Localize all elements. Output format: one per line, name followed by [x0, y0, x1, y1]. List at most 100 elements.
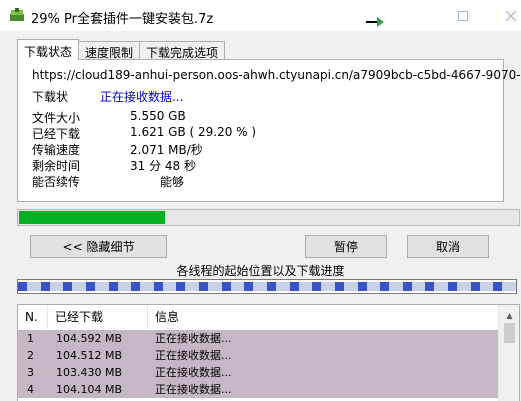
- thread-done-segment: [154, 282, 163, 291]
- tab-download-status[interactable]: 下载状态: [17, 39, 80, 60]
- row-info: 正在接收数据...: [155, 349, 232, 362]
- thread-done-segment: [222, 282, 231, 291]
- thread-done-segment: [471, 282, 480, 291]
- thread-remaining-segment: [231, 282, 245, 291]
- scroll-up-arrow-icon[interactable]: ▲: [499, 307, 519, 323]
- thread-remaining-segment: [163, 282, 177, 291]
- minimize-arrow-icon[interactable]: [366, 17, 384, 27]
- header-downloaded[interactable]: 已经下载: [48, 305, 148, 329]
- row-number: 2: [27, 349, 34, 362]
- progress-fill: [19, 211, 165, 224]
- thread-done-segment: [493, 282, 502, 291]
- thread-done-segment: [109, 282, 118, 291]
- thread-remaining-segment: [457, 282, 471, 291]
- thread-done-segment: [335, 282, 344, 291]
- speed-value: 2.071 MB/秒: [130, 143, 203, 157]
- time-left-value: 31 分 48 秒: [130, 159, 196, 173]
- row-downloaded: 103.430 MB: [56, 366, 123, 379]
- tab-bar: 下载状态 速度限制 下载完成选项: [17, 39, 226, 60]
- maximize-icon: [458, 10, 468, 21]
- row-info: 正在接收数据...: [155, 332, 232, 345]
- archive-app-icon: [10, 8, 24, 21]
- window-title: 29% Pr全套插件一键安装包.7z: [31, 12, 214, 27]
- list-scrollbar[interactable]: ▲: [498, 305, 519, 401]
- thread-done-segment: [403, 282, 412, 291]
- status-panel: https://cloud189-anhui-person.oos-ahwh.c…: [17, 59, 521, 202]
- row-downloaded: 104.592 MB: [56, 332, 123, 345]
- table-row[interactable]: 1 104.592 MB 正在接收数据...: [18, 330, 498, 347]
- row-number: 1: [27, 332, 34, 345]
- resume-label: 能否续传: [32, 175, 81, 189]
- thread-done-segment: [448, 282, 457, 291]
- header-number[interactable]: N.: [18, 305, 48, 329]
- cancel-button[interactable]: 取消: [407, 235, 489, 258]
- row-number: 3: [27, 366, 34, 379]
- thread-remaining-segment: [434, 282, 448, 291]
- thread-remaining-segment: [208, 282, 222, 291]
- time-left-label: 剩余时间: [32, 159, 81, 173]
- row-info: 正在接收数据...: [155, 383, 232, 396]
- thread-remaining-segment: [321, 282, 335, 291]
- close-button[interactable]: [488, 0, 521, 31]
- resume-value: 能够: [160, 175, 185, 189]
- thread-done-segment: [199, 282, 208, 291]
- download-url: https://cloud189-anhui-person.oos-ahwh.c…: [32, 68, 521, 82]
- row-downloaded: 104.104 MB: [56, 383, 123, 396]
- thread-done-segment: [244, 282, 253, 291]
- thread-done-segment: [380, 282, 389, 291]
- row-downloaded: 104.512 MB: [56, 349, 123, 362]
- thread-remaining-segment: [276, 282, 290, 291]
- speed-label: 传输速度: [32, 143, 81, 157]
- thread-remaining-segment: [72, 282, 86, 291]
- maximize-button[interactable]: [440, 0, 486, 31]
- thread-done-segment: [358, 282, 367, 291]
- thread-done-segment: [63, 282, 72, 291]
- thread-remaining-segment: [253, 282, 267, 291]
- downloaded-label: 已经下载: [32, 127, 81, 141]
- file-size-value: 5.550 GB: [130, 109, 186, 123]
- thread-remaining-segment: [140, 282, 154, 291]
- thread-remaining-segment: [95, 282, 109, 291]
- state-value: 正在接收数据...: [100, 90, 184, 104]
- downloaded-value: 1.621 GB ( 29.20 % ): [130, 125, 257, 139]
- row-number: 4: [27, 383, 34, 396]
- row-info: 正在接收数据...: [155, 366, 232, 379]
- thread-remaining-segment: [344, 282, 358, 291]
- scroll-thumb[interactable]: [504, 323, 515, 343]
- tab-speed-limit[interactable]: 速度限制: [78, 41, 141, 60]
- thread-progress-strip: [17, 279, 517, 294]
- pause-button[interactable]: 暂停: [305, 235, 387, 258]
- thread-remaining-segment: [27, 282, 41, 291]
- file-size-label: 文件大小: [32, 111, 81, 125]
- thread-remaining-segment: [502, 282, 516, 291]
- hide-details-button[interactable]: << 隐藏细节: [30, 235, 167, 258]
- list-header: N. 已经下载 信息: [18, 305, 498, 329]
- thread-done-segment: [267, 282, 276, 291]
- table-row[interactable]: 4 104.104 MB 正在接收数据...: [18, 381, 498, 398]
- thread-remaining-segment: [480, 282, 494, 291]
- thread-done-segment: [176, 282, 185, 291]
- thread-remaining-segment: [185, 282, 199, 291]
- thread-done-segment: [290, 282, 299, 291]
- thread-remaining-segment: [412, 282, 426, 291]
- thread-done-segment: [425, 282, 434, 291]
- thread-done-segment: [41, 282, 50, 291]
- thread-done-segment: [18, 282, 27, 291]
- download-progress-bar: [17, 209, 520, 226]
- thread-done-segment: [86, 282, 95, 291]
- thread-remaining-segment: [389, 282, 403, 291]
- thread-remaining-segment: [118, 282, 132, 291]
- thread-remaining-segment: [50, 282, 64, 291]
- thread-list: N. 已经下载 信息 1 104.592 MB 正在接收数据... 2 104.…: [17, 304, 520, 401]
- header-info[interactable]: 信息: [148, 305, 498, 329]
- thread-done-segment: [131, 282, 140, 291]
- table-row[interactable]: 3 103.430 MB 正在接收数据...: [18, 364, 498, 381]
- close-icon: [506, 10, 516, 21]
- tab-completion-options[interactable]: 下载完成选项: [139, 41, 226, 60]
- threads-caption: 各线程的起始位置以及下载进度: [176, 264, 345, 278]
- state-label: 下载状: [32, 90, 69, 104]
- thread-remaining-segment: [367, 282, 381, 291]
- thread-remaining-segment: [299, 282, 313, 291]
- title-bar: 29% Pr全套插件一键安装包.7z: [0, 0, 521, 31]
- table-row[interactable]: 2 104.512 MB 正在接收数据...: [18, 347, 498, 364]
